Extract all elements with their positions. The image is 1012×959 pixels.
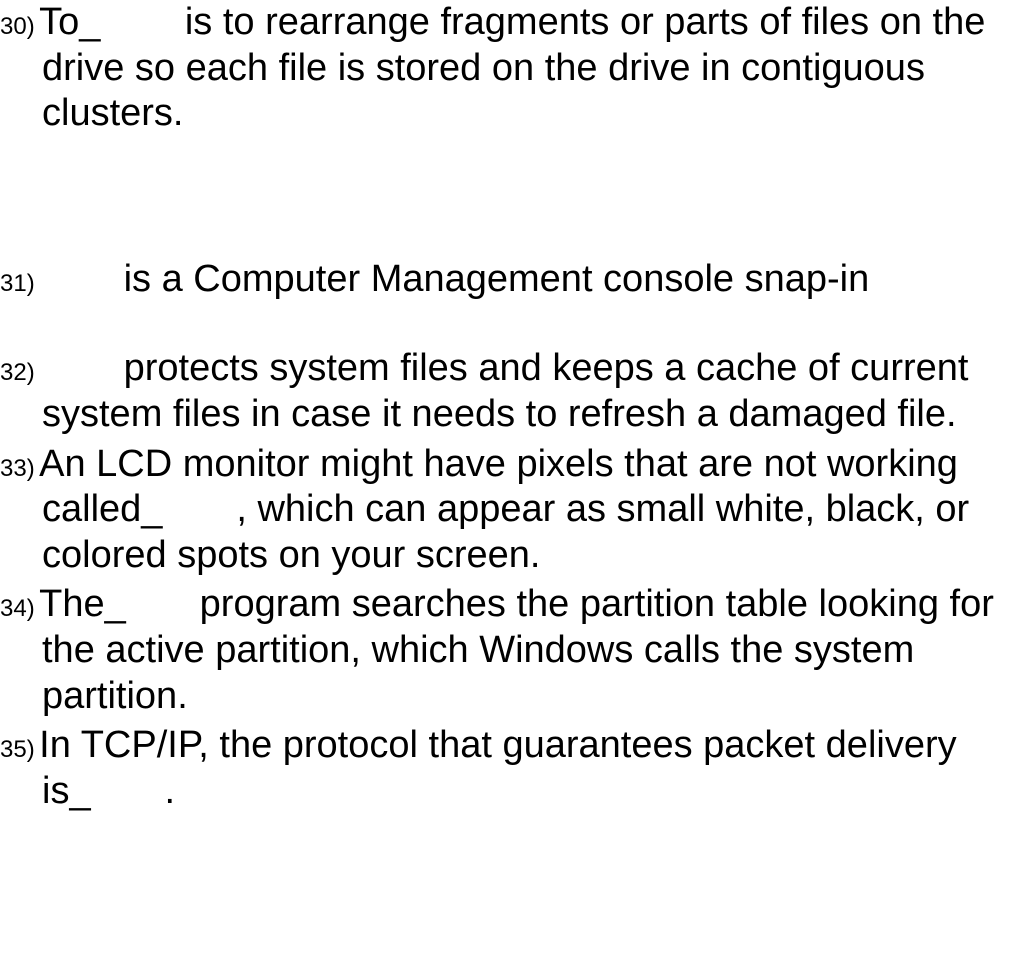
- question-text: protects system files and keeps a cache …: [39, 347, 968, 435]
- question-35: 35) In TCP/IP, the protocol that guarant…: [0, 723, 1012, 814]
- question-number: 32): [0, 359, 35, 386]
- question-number: 34): [0, 595, 35, 622]
- question-text: The_ program searches the partition tabl…: [39, 583, 994, 716]
- question-33: 33) An LCD monitor might have pixels tha…: [0, 442, 1012, 579]
- question-30: 30) To_ is to rearrange fragments or par…: [0, 0, 1012, 137]
- question-text: In TCP/IP, the protocol that guarantees …: [39, 724, 956, 812]
- question-number: 33): [0, 455, 35, 482]
- question-number: 35): [0, 736, 35, 763]
- question-number: 31): [0, 270, 35, 297]
- question-34: 34) The_ program searches the partition …: [0, 582, 1012, 719]
- question-31: 31) is a Computer Management console sna…: [0, 257, 1012, 303]
- question-text: is a Computer Management console snap-in: [39, 258, 869, 300]
- question-32: 32) protects system files and keeps a ca…: [0, 346, 1012, 437]
- question-number: 30): [0, 13, 35, 40]
- question-text: An LCD monitor might have pixels that ar…: [39, 443, 969, 576]
- question-text: To_ is to rearrange fragments or parts o…: [39, 1, 985, 134]
